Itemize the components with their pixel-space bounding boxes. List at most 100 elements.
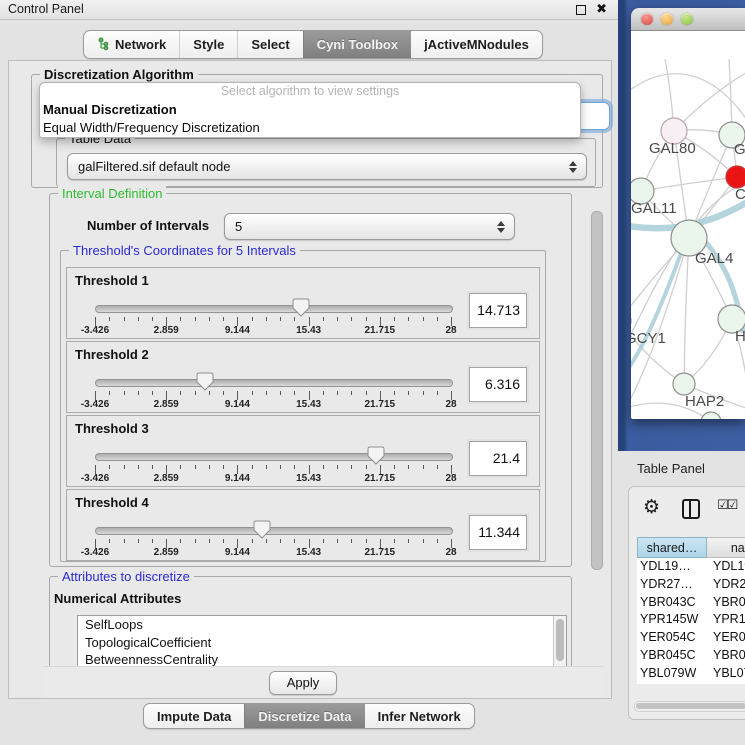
network-node-label: H <box>735 328 745 345</box>
tick-label: 9.144 <box>207 547 267 558</box>
algorithm-popup-options: Manual DiscretizationEqual Width/Frequen… <box>40 101 580 137</box>
tab-select[interactable]: Select <box>237 31 302 58</box>
tick-mark <box>294 465 295 469</box>
tab-cyni-toolbox[interactable]: Cyni Toolbox <box>303 31 411 58</box>
threshold-slider-track[interactable] <box>95 379 453 387</box>
tick-mark <box>180 465 181 469</box>
network-edge[interactable] <box>631 74 745 123</box>
table-row[interactable]: YDR27…YDR27… <box>637 576 745 594</box>
tab-infer-network[interactable]: Infer Network <box>365 704 474 728</box>
node-attribute-table[interactable]: shared…name YDL19…YDL19…YDR27…YDR27…YBR0… <box>637 537 745 684</box>
network-node-c[interactable] <box>726 166 745 188</box>
network-node-label: GCY1 <box>631 330 666 347</box>
table-row[interactable]: YLR345WYLR345W <box>637 683 745 684</box>
slider-tick-labels: -3.4262.8599.14415.4321.71528 <box>95 547 451 558</box>
table-cell: YER054C <box>637 629 707 647</box>
threshold-slider-track[interactable] <box>95 527 453 535</box>
tick-mark <box>394 317 395 321</box>
threshold-value-field[interactable]: 21.4 <box>469 441 527 476</box>
tick-mark <box>124 465 125 469</box>
cyni-toolbox-panel: Discretization Algorithm Select algorith… <box>8 60 612 699</box>
algorithm-option[interactable]: Equal Width/Frequency Discretization <box>40 119 580 137</box>
network-window-titlebar <box>631 8 745 31</box>
table-horizontal-scrollbar[interactable] <box>634 701 745 712</box>
apply-button[interactable]: Apply <box>269 671 337 695</box>
tab-label: jActiveMNodules <box>424 37 529 52</box>
threshold-slider-track[interactable] <box>95 305 453 313</box>
settings-vertical-scrollbar[interactable] <box>591 211 603 570</box>
network-edge[interactable] <box>641 177 737 191</box>
tick-mark <box>366 465 367 469</box>
tab-jactivemnodules[interactable]: jActiveMNodules <box>411 31 542 58</box>
table-row[interactable]: YER054CYER054C <box>637 629 745 647</box>
threshold-row: Threshold 4 -3.4262.8599.14415.4321.7152… <box>66 489 540 561</box>
table-row[interactable]: YBR045CYBR045C <box>637 647 745 665</box>
close-icon[interactable]: ✖ <box>596 1 607 17</box>
tick-mark <box>351 317 352 321</box>
select-columns-checkboxes-icon[interactable]: ☑☑ <box>717 498 736 513</box>
tick-mark <box>124 317 125 321</box>
table-row[interactable]: YDL19…YDL19… <box>637 558 745 576</box>
tick-mark <box>337 539 338 543</box>
tick-mark <box>323 391 324 395</box>
threshold-slider-handle[interactable] <box>292 298 310 317</box>
interval-definition-group-title: Interval Definition <box>58 186 166 201</box>
tab-impute-data[interactable]: Impute Data <box>144 704 244 728</box>
table-cell: YER054C <box>707 629 745 647</box>
attribute-items: SelfLoopsTopologicalCoefficientBetweenne… <box>78 616 566 669</box>
table-row[interactable]: YBL079WYBL079W <box>637 665 745 683</box>
network-view-window: GAL80GACGAL11GAL4GCY1HHAP2 <box>631 8 745 419</box>
tick-mark <box>223 391 224 395</box>
threshold-slider-handle[interactable] <box>196 372 214 391</box>
threshold-slider-handle[interactable] <box>253 520 271 539</box>
number-of-intervals-combobox[interactable]: 5 <box>224 213 515 240</box>
network-node-hap2[interactable] <box>673 373 695 395</box>
threshold-value-field[interactable]: 6.316 <box>469 367 527 402</box>
tick-mark <box>394 391 395 395</box>
network-edge[interactable] <box>684 238 689 384</box>
algorithm-option[interactable]: Manual Discretization <box>40 101 580 119</box>
tab-style[interactable]: Style <box>179 31 237 58</box>
threshold-value-field[interactable]: 11.344 <box>469 515 527 550</box>
threshold-value-field[interactable]: 14.713 <box>469 293 527 328</box>
threshold-label: Threshold 4 <box>75 495 149 510</box>
network-node-label: GAL80 <box>649 140 696 157</box>
table-cell: YBR043C <box>637 594 707 612</box>
tick-label: 2.859 <box>136 547 196 558</box>
threshold-slider-handle[interactable] <box>367 446 385 465</box>
network-node[interactable] <box>701 412 721 419</box>
column-header-1[interactable]: shared… <box>637 537 707 558</box>
table-panel-toolbar: ⚙ ☑☑ <box>629 493 745 527</box>
table-row[interactable]: YBR043CYBR043C <box>637 594 745 612</box>
attribute-item[interactable]: TopologicalCoefficient <box>78 634 566 652</box>
table-cell: YDR27… <box>707 576 745 594</box>
float-window-icon[interactable] <box>576 5 586 15</box>
tick-label: 9.144 <box>207 399 267 410</box>
columns-icon[interactable] <box>682 499 700 519</box>
attribute-item[interactable]: SelfLoops <box>78 616 566 634</box>
tick-mark <box>152 317 153 321</box>
thresholds-group-title: Threshold's Coordinates for 5 Intervals <box>69 243 300 258</box>
tab-network[interactable]: Network <box>84 31 179 58</box>
traffic-light-close-icon[interactable] <box>641 13 653 25</box>
traffic-light-zoom-icon[interactable] <box>681 13 693 25</box>
tab-label: Discretize Data <box>258 709 351 724</box>
column-header-2[interactable]: name <box>707 537 745 558</box>
network-edge-thick[interactable] <box>631 253 681 379</box>
table-scrollbar-thumb[interactable] <box>636 703 745 709</box>
tick-label: 2.859 <box>136 473 196 484</box>
list-vertical-scrollbar[interactable] <box>553 616 566 668</box>
list-scrollbar-thumb[interactable] <box>556 619 564 661</box>
tab-label: Impute Data <box>157 709 231 724</box>
tick-mark <box>423 391 424 395</box>
tab-discretize-data[interactable]: Discretize Data <box>244 704 364 728</box>
table-row[interactable]: YPR145WYPR145W <box>637 611 745 629</box>
threshold-slider-track[interactable] <box>95 453 453 461</box>
tick-mark <box>138 391 139 395</box>
network-canvas[interactable]: GAL80GACGAL11GAL4GCY1HHAP2 <box>631 31 745 419</box>
table-data-combobox[interactable]: galFiltered.sif default node <box>67 153 587 180</box>
traffic-light-minimize-icon[interactable] <box>661 13 673 25</box>
gear-icon[interactable]: ⚙ <box>643 496 660 518</box>
numerical-attributes-list[interactable]: SelfLoopsTopologicalCoefficientBetweenne… <box>77 615 567 669</box>
tick-label: 9.144 <box>207 473 267 484</box>
